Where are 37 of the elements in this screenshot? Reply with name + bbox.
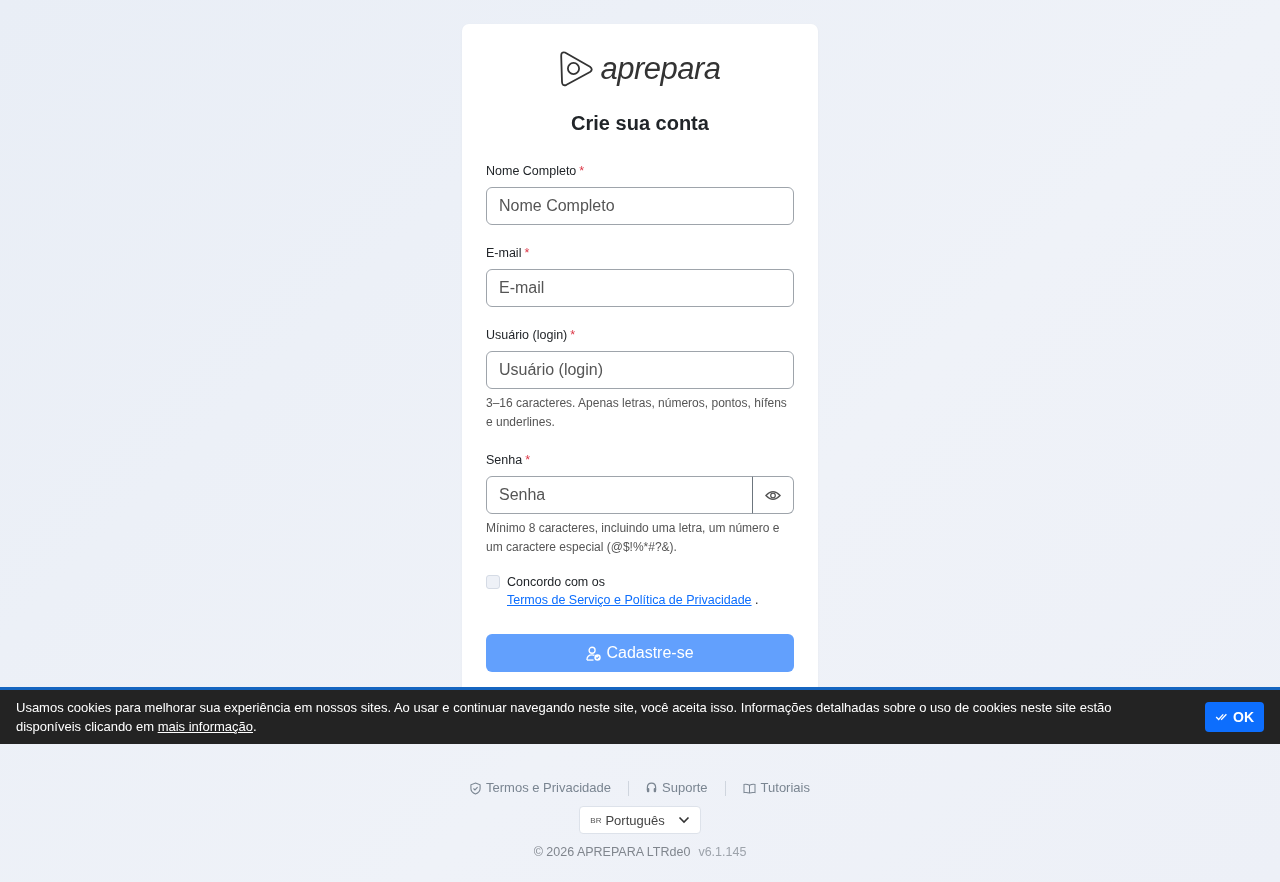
- cookie-message: Usamos cookies para melhorar sua experiência em nossos sites. Ao usar e continuar navegando neste site, você aceita isso. Informações detalhadas sobre o uso de cookies neste site estão disponíveis clicando em mais informação.: [16, 699, 1113, 736]
- book-icon: [742, 782, 756, 794]
- terms-link[interactable]: Termos de Serviço e Política de Privacidade: [507, 593, 752, 607]
- text-field[interactable]: E-mail: [486, 269, 794, 307]
- field-label: Usuário (login): [486, 327, 568, 343]
- required-asterisk: *: [524, 245, 530, 261]
- text-field[interactable]: Usuário (login): [486, 351, 794, 389]
- footer-link[interactable]: Termos e Privacidade: [470, 779, 612, 797]
- shield-icon: [470, 781, 482, 795]
- headset-icon: [646, 782, 658, 794]
- ok-button[interactable]: OK: [1205, 702, 1264, 732]
- required-asterisk: *: [525, 452, 531, 468]
- page-title: Crie sua conta: [570, 111, 710, 135]
- eye-icon: [765, 489, 781, 501]
- terms-text: Concordo com os Termos de Serviço e Política de Privacidade .: [507, 574, 760, 609]
- version-text: v6.1.145: [698, 844, 747, 860]
- logo-text: aprepara: [600, 50, 721, 88]
- password-field[interactable]: Senha: [486, 476, 753, 514]
- double-check-icon: [1215, 713, 1228, 721]
- field-hint: 3–16 caracteres. Apenas letras, números, pontos, hífens e underlines.: [486, 395, 788, 431]
- language-select[interactable]: BR Português: [579, 806, 701, 834]
- play-logo-icon: [559, 50, 595, 88]
- field-hint: Mínimo 8 caracteres, incluindo uma letra, um número e um caractere especial (@$!%*#?&).: [486, 520, 781, 556]
- required-asterisk: *: [579, 163, 585, 179]
- field-label: Nome Completo: [486, 163, 577, 179]
- field-label: Senha: [486, 452, 523, 468]
- text-field[interactable]: Nome Completo: [486, 187, 794, 225]
- required-asterisk: *: [570, 327, 576, 343]
- copyright-text: © 2026 APREPARA LTRde0: [533, 844, 691, 860]
- footer-link[interactable]: Suporte: [646, 779, 708, 797]
- footer-link[interactable]: Tutoriais: [742, 779, 810, 797]
- show-password-button[interactable]: [752, 476, 794, 514]
- checkbox[interactable]: [486, 575, 500, 589]
- user-check-icon: [586, 645, 602, 661]
- more-info-link[interactable]: mais informação: [157, 719, 253, 734]
- chevron-down-icon: [677, 816, 690, 824]
- field-label: E-mail: [486, 245, 522, 261]
